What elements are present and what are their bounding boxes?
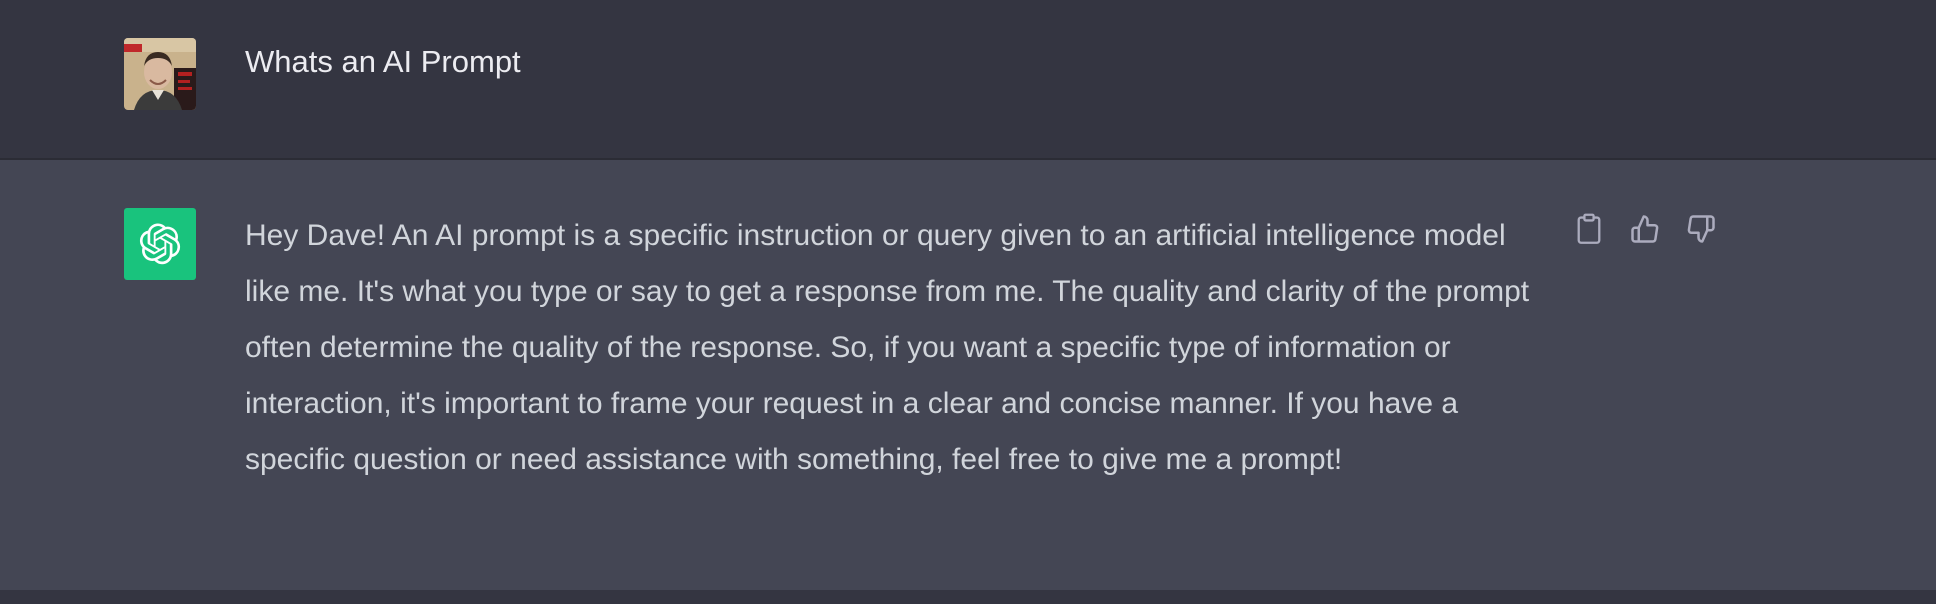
copy-button[interactable] bbox=[1572, 213, 1606, 250]
assistant-message-paragraph: Hey Dave! An AI prompt is a specific ins… bbox=[245, 219, 1530, 476]
bottom-divider bbox=[0, 590, 1936, 604]
message-actions bbox=[1572, 213, 1718, 250]
thumbs-down-icon bbox=[1686, 214, 1716, 249]
assistant-message-row: Hey Dave! An AI prompt is a specific ins… bbox=[0, 160, 1936, 590]
openai-logo-icon bbox=[124, 208, 196, 280]
thumbs-up-icon bbox=[1630, 214, 1660, 249]
user-avatar bbox=[124, 38, 196, 110]
user-message-row: Whats an AI Prompt bbox=[0, 0, 1936, 160]
thumbs-down-button[interactable] bbox=[1684, 214, 1718, 248]
assistant-message-text: Hey Dave! An AI prompt is a specific ins… bbox=[245, 208, 1545, 488]
thumbs-up-button[interactable] bbox=[1628, 214, 1662, 248]
clipboard-icon bbox=[1575, 213, 1603, 250]
user-message-text: Whats an AI Prompt bbox=[245, 44, 521, 79]
